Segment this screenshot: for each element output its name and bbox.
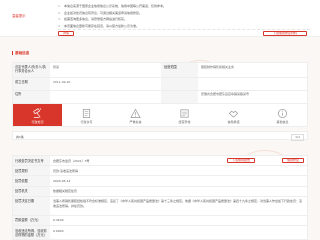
- info-value: [50, 91, 161, 104]
- info-row: 成立日期 2011-09-20: [13, 78, 307, 91]
- info-key: [161, 78, 198, 90]
- detail-row: 处罚决定日期 当事人所销售服装经检验不符合标准规定，违反了《中华人民共和国产品质…: [13, 196, 307, 216]
- detail-row: 罚款金额（万元） 0.4100: [13, 215, 307, 227]
- tab-license[interactable]: 行政许可: [62, 104, 111, 126]
- detail-key: 行政处罚决定书文号: [13, 156, 50, 166]
- tab-label: 其他信息: [276, 120, 289, 124]
- notice-card: 温馨提示 1. 本信息来源于国家企业信用信息公示系统、信用中国等公开渠道，仅供参考…: [0, 0, 320, 37]
- info-key: 经营范围: [161, 63, 198, 77]
- warning-icon: [130, 108, 141, 118]
- detail-value: 0.4100: [53, 218, 64, 223]
- detail-button[interactable]: 详情: [58, 30, 74, 36]
- notice-lines: 1. 本信息来源于国家企业信用信息公示系统、信用中国等公开渠道，仅供参考。 2. 企…: [58, 3, 310, 29]
- detail-key: 罚款金额（万元）: [13, 215, 50, 226]
- detail-row: 处罚依据 2020-05-12: [13, 176, 307, 187]
- info-row: 法定代表人/负责人/执行事务合伙人 张某 经营范围 服装制作销售和相关业务: [13, 63, 307, 78]
- tab-label: 经营异常: [178, 120, 191, 124]
- tab-label: 行政处罚: [31, 120, 44, 124]
- tab-label: 严重失信: [129, 120, 142, 124]
- tab-penalty[interactable]: 行政处罚 1: [13, 104, 62, 126]
- info-key: 成立日期: [13, 78, 50, 90]
- detail-row: 没收违法所得、没收非法财物的金额（万元） 0.0000: [13, 226, 307, 240]
- info-row: 住所 安徽省合肥市肥东县店埠镇某路某号: [13, 90, 307, 104]
- credit-repair-button[interactable]: 信用修复: [281, 157, 304, 163]
- info-grid: 法定代表人/负责人/执行事务合伙人 张某 经营范围 服装制作销售和相关业务 成立…: [12, 62, 308, 104]
- info-key: 住所: [13, 90, 50, 103]
- detail-key: 处罚机关: [13, 186, 50, 196]
- info-value: 2011-09-20: [53, 79, 71, 84]
- detail-value: 2020-05-12: [53, 178, 71, 183]
- info-value: 服装制作销售和相关业务: [201, 64, 235, 69]
- notice-label: 温馨提示: [12, 14, 26, 18]
- pager[interactable]: 1/1: [291, 133, 304, 141]
- section-title: 基础信息: [12, 51, 29, 56]
- detail-value: 合肥东市监罚〔2021〕3号 下载信用报告 信用修复: [50, 156, 307, 165]
- notice-line: 1. 本信息来源于国家企业信用信息公示系统、信用中国等公开渠道，仅供参考。: [58, 4, 167, 8]
- tab-label: 信用承诺: [227, 120, 240, 124]
- tab-credit-commitment[interactable]: 信用承诺: [209, 104, 258, 126]
- detail-row: 处罚机关 依据相关规定处罚: [13, 186, 307, 197]
- detail-key: 处罚依据: [13, 176, 50, 186]
- detail-row: 处罚类别 罚款;没收违法所得: [13, 166, 307, 177]
- detail-value: 当事人所销售服装经检验不符合标准规定，违反了《中华人民共和国产品质量法》第十三条…: [53, 199, 303, 208]
- notice-line: 3. 如需查询更多信息，请登录官方网站进行核实。: [58, 17, 128, 22]
- result-count: 共1条: [16, 134, 24, 139]
- info-value: 张某: [53, 64, 60, 69]
- result-bar: 共1条 1/1: [12, 131, 308, 141]
- tab-label: 行政许可: [80, 120, 93, 124]
- info-value: 安徽省合肥市肥东县店埠镇某路某号: [201, 92, 250, 96]
- info-key: [161, 90, 198, 103]
- info-key: 法定代表人/负责人/执行事务合伙人: [13, 63, 50, 77]
- tab-badge: 1: [39, 107, 42, 111]
- detail-value: 罚款;没收违法所得: [53, 168, 79, 173]
- detail-value: 0.0000: [53, 228, 64, 233]
- tab-other-info[interactable]: 其他信息: [258, 104, 307, 126]
- detail-key: 处罚决定日期: [13, 196, 50, 215]
- download-repair-button[interactable]: 下载信用修复材料: [263, 30, 307, 36]
- list-icon: [180, 109, 189, 118]
- tab-serious-dishonesty[interactable]: 严重失信: [111, 104, 160, 126]
- detail-row: 行政处罚决定书文号 合肥东市监罚〔2021〕3号 下载信用报告 信用修复: [13, 156, 307, 167]
- detail-key: 处罚类别: [13, 166, 50, 176]
- info-value: [198, 78, 307, 90]
- notice-line: 2. 企业如对处罚信息有异议，可通过相关渠道申请信用修复。: [58, 10, 143, 15]
- document-icon: [82, 109, 91, 118]
- detail-value: 依据相关规定处罚: [53, 189, 78, 194]
- penalty-detail: 行政处罚决定书文号 合肥东市监罚〔2021〕3号 下载信用报告 信用修复 处罚类…: [12, 155, 308, 240]
- download-report-button[interactable]: 下载信用报告: [226, 157, 255, 163]
- handshake-icon: [228, 110, 239, 118]
- detail-key: 没收违法所得、没收非法财物的金额（万元）: [13, 226, 50, 240]
- category-tabs: 行政处罚 1 行政许可 严重失信 经营异常 信用承诺 其他信息: [12, 103, 308, 127]
- tab-abnormal-operation[interactable]: 经营异常: [160, 104, 209, 126]
- info-icon: [278, 109, 287, 118]
- divider: [58, 29, 310, 30]
